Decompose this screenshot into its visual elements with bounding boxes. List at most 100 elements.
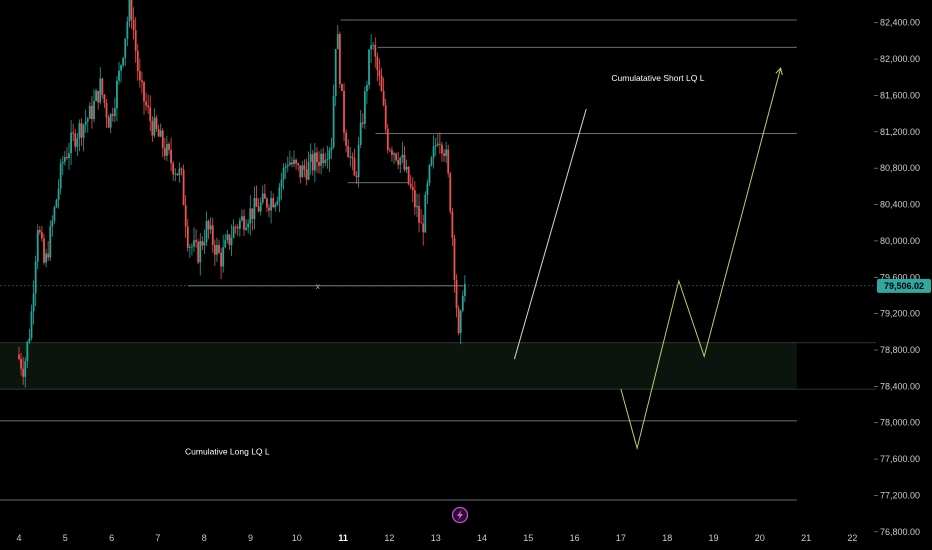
y-tick-label: 77,200.00 <box>880 490 920 500</box>
candle-body <box>368 49 370 86</box>
candle-body <box>399 157 402 165</box>
x-tick-label: 18 <box>662 533 672 543</box>
x-tick-label: 4 <box>16 533 21 543</box>
candle-body <box>34 261 37 294</box>
x-tick-label: 16 <box>570 533 580 543</box>
candle-body <box>453 237 456 280</box>
candle-body <box>249 208 252 224</box>
candle-body <box>170 149 172 164</box>
lightning-icon[interactable] <box>451 506 469 524</box>
candle-body <box>405 166 408 170</box>
candle-body <box>22 368 25 377</box>
candle-body <box>149 107 152 122</box>
candle-body <box>49 226 52 258</box>
candle-body <box>186 226 189 248</box>
candle-body <box>74 133 77 147</box>
candle-body <box>105 103 108 118</box>
candle-body <box>70 132 72 154</box>
candle-body <box>224 239 227 248</box>
candle-body <box>272 198 275 208</box>
candle-body <box>188 246 191 248</box>
candle-body <box>284 166 287 169</box>
x-tick-label: 22 <box>847 533 857 543</box>
candle-body <box>447 149 450 174</box>
candle-body <box>451 211 454 238</box>
candle-body <box>441 144 443 154</box>
candle-body <box>36 230 39 262</box>
candle-body <box>59 163 62 189</box>
candle-body <box>268 207 270 211</box>
candle-body <box>205 221 208 243</box>
candle-body <box>382 91 385 106</box>
x-tick-label: 20 <box>755 533 765 543</box>
annotation-label[interactable]: Cumulative Long LQ L <box>185 447 270 457</box>
candle-body <box>116 80 118 109</box>
candle-body <box>397 160 400 165</box>
candle-body <box>343 90 345 133</box>
candle-body <box>32 293 35 312</box>
x-tick-label: 19 <box>708 533 718 543</box>
y-tick-label: 78,800.00 <box>880 345 920 355</box>
candle-body <box>91 105 93 120</box>
candle-body <box>295 159 298 164</box>
candle-body <box>322 153 325 164</box>
candle-body <box>463 283 466 297</box>
candle-body <box>82 124 85 138</box>
candle-body <box>457 308 460 333</box>
candle-body <box>20 358 22 369</box>
candle-body <box>401 154 404 158</box>
candle-body <box>63 157 66 162</box>
candle-body <box>153 117 156 136</box>
candle-body <box>109 114 112 128</box>
candle-body <box>201 241 204 246</box>
candle-body <box>384 105 387 129</box>
candle-body <box>51 220 54 227</box>
candle-body <box>66 157 68 159</box>
y-tick-label: 81,200.00 <box>880 127 920 137</box>
candle-body <box>111 114 114 117</box>
level-marker: x <box>316 282 320 291</box>
candle-body <box>359 122 362 145</box>
candle-body <box>113 108 116 117</box>
candle-body <box>155 117 158 130</box>
candle-body <box>147 105 150 108</box>
candle-body <box>351 156 354 159</box>
candle-body <box>132 19 135 31</box>
candle-body <box>209 225 212 230</box>
price-chart[interactable]: x Cumulatative Short LQ L Cumulative Long… <box>0 0 932 550</box>
candle-body <box>61 161 64 164</box>
candle-body <box>107 117 110 128</box>
candle-body <box>395 153 398 161</box>
annotation-label[interactable]: Cumulatative Short LQ L <box>611 73 704 83</box>
candle-body <box>151 121 154 136</box>
candle-body <box>259 202 262 212</box>
candle-body <box>180 168 183 170</box>
candle-body <box>213 244 216 255</box>
candle-body <box>184 205 187 227</box>
candle-body <box>207 221 210 230</box>
candle-body <box>57 188 60 200</box>
liquidity-zone <box>0 342 797 390</box>
candle-body <box>38 230 41 233</box>
candle-body <box>238 220 241 229</box>
candle-body <box>88 105 91 119</box>
candle-body <box>313 152 316 171</box>
y-axis[interactable]: 82,400.00 82,000.00 81,600.00 81,200.00 80,8… <box>874 18 920 537</box>
x-tick-label: 5 <box>63 533 68 543</box>
candle-body <box>363 91 366 124</box>
candle-body <box>128 0 131 22</box>
candle-body <box>299 165 302 178</box>
candle-body <box>297 163 300 166</box>
candle-body <box>93 100 95 120</box>
candle-body <box>388 149 391 151</box>
candle-body <box>28 338 31 342</box>
demand-zone-layer <box>0 342 876 390</box>
x-tick-label: 17 <box>616 533 626 543</box>
x-tick-label: 9 <box>248 533 253 543</box>
candle-body <box>432 146 435 158</box>
candle-body <box>241 216 243 221</box>
candle-body <box>391 150 393 155</box>
candle-body <box>345 132 348 146</box>
candle-body <box>309 154 312 162</box>
candle-body <box>274 204 277 208</box>
